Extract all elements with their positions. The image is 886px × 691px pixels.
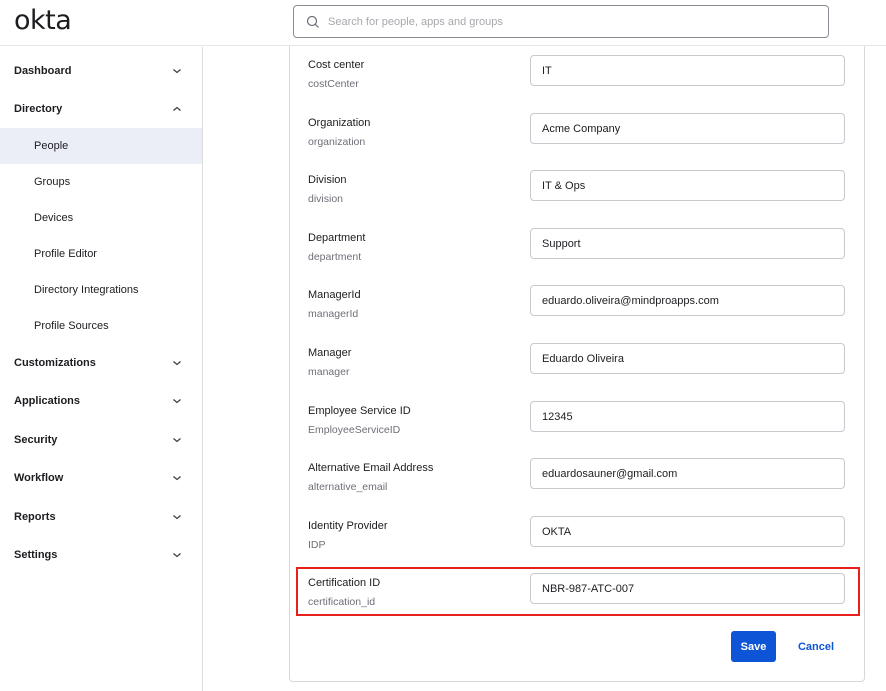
- sidebar-subitem-devices[interactable]: Devices: [0, 200, 202, 236]
- sidebar-subitem-profile-sources[interactable]: Profile Sources: [0, 308, 202, 344]
- chevron-down-icon: [173, 69, 181, 74]
- field-label: Alternative Email Address: [308, 462, 434, 474]
- identity-provider-input[interactable]: [530, 516, 845, 547]
- field-attribute: manager: [308, 366, 350, 378]
- chevron-down-icon: [173, 476, 181, 481]
- sidebar-item-label: Customizations: [14, 357, 96, 369]
- field-attribute: IDP: [308, 539, 326, 551]
- sidebar-subitem-label: Devices: [34, 212, 74, 224]
- cancel-button[interactable]: Cancel: [790, 631, 842, 662]
- chevron-down-icon: [173, 553, 181, 558]
- sidebar-item-label: Directory: [14, 103, 63, 115]
- field-manager: Manager manager: [290, 343, 864, 397]
- field-division: Division division: [290, 170, 864, 224]
- certification-id-input[interactable]: [530, 573, 845, 604]
- sidebar-subitem-groups[interactable]: Groups: [0, 164, 202, 200]
- sidebar-item-customizations[interactable]: Customizations: [0, 345, 202, 381]
- chevron-down-icon: [173, 515, 181, 520]
- field-attribute: department: [308, 251, 362, 263]
- field-label: Organization: [308, 117, 371, 129]
- sidebar-subitem-label: People: [34, 140, 69, 152]
- field-label: Division: [308, 174, 347, 186]
- field-label: Department: [308, 232, 366, 244]
- global-search[interactable]: [293, 5, 829, 38]
- field-attribute: division: [308, 193, 344, 205]
- field-attribute: EmployeeServiceID: [308, 424, 401, 436]
- chevron-down-icon: [173, 361, 181, 366]
- employee-service-id-input[interactable]: [530, 401, 845, 432]
- cost-center-input[interactable]: [530, 55, 845, 86]
- field-employee-service-id: Employee Service ID EmployeeServiceID: [290, 401, 864, 455]
- sidebar-item-label: Workflow: [14, 472, 64, 484]
- top-header: okta: [0, 0, 886, 46]
- field-label: ManagerId: [308, 289, 361, 301]
- sidebar-item-label: Applications: [14, 395, 81, 407]
- field-attribute: costCenter: [308, 78, 359, 90]
- field-identity-provider: Identity Provider IDP: [290, 516, 864, 570]
- okta-logo[interactable]: okta: [14, 5, 72, 36]
- save-button[interactable]: Save: [731, 631, 776, 662]
- search-input[interactable]: [328, 6, 828, 37]
- field-certification-id: Certification ID certification_id: [290, 573, 864, 627]
- sidebar-item-applications[interactable]: Applications: [0, 383, 202, 419]
- field-attribute: managerId: [308, 308, 359, 320]
- sidebar-subitem-label: Profile Editor: [34, 248, 97, 260]
- field-label: Certification ID: [308, 577, 381, 589]
- sidebar-subitem-label: Profile Sources: [34, 320, 109, 332]
- field-label: Manager: [308, 347, 352, 359]
- sidebar-item-label: Security: [14, 434, 58, 446]
- field-organization: Organization organization: [290, 113, 864, 167]
- organization-input[interactable]: [530, 113, 845, 144]
- chevron-down-icon: [173, 399, 181, 404]
- field-label: Employee Service ID: [308, 405, 411, 417]
- field-cost-center: Cost center costCenter: [290, 55, 864, 109]
- division-input[interactable]: [530, 170, 845, 201]
- sidebar-item-reports[interactable]: Reports: [0, 499, 202, 535]
- field-department: Department department: [290, 228, 864, 282]
- sidebar-item-directory[interactable]: Directory: [0, 91, 202, 127]
- sidebar-nav: Dashboard Directory People Groups Device…: [0, 47, 203, 691]
- field-attribute: organization: [308, 136, 366, 148]
- manager-id-input[interactable]: [530, 285, 845, 316]
- manager-input[interactable]: [530, 343, 845, 374]
- field-label: Identity Provider: [308, 520, 388, 532]
- sidebar-item-settings[interactable]: Settings: [0, 537, 202, 573]
- sidebar-item-dashboard[interactable]: Dashboard: [0, 53, 202, 89]
- department-input[interactable]: [530, 228, 845, 259]
- sidebar-subitem-people[interactable]: People: [0, 128, 202, 164]
- chevron-up-icon: [173, 106, 181, 111]
- search-icon: [306, 15, 320, 29]
- field-label: Cost center: [308, 59, 365, 71]
- sidebar-item-label: Reports: [14, 511, 56, 523]
- field-manager-id: ManagerId managerId: [290, 285, 864, 339]
- field-alternative-email: Alternative Email Address alternative_em…: [290, 458, 864, 512]
- chevron-down-icon: [173, 438, 181, 443]
- alternative-email-input[interactable]: [530, 458, 845, 489]
- sidebar-item-security[interactable]: Security: [0, 422, 202, 458]
- sidebar-subitem-profile-editor[interactable]: Profile Editor: [0, 236, 202, 272]
- field-attribute: alternative_email: [308, 481, 388, 493]
- sidebar-item-label: Dashboard: [14, 65, 72, 77]
- sidebar-subitem-label: Directory Integrations: [34, 284, 139, 296]
- sidebar-item-workflow[interactable]: Workflow: [0, 460, 202, 496]
- field-attribute: certification_id: [308, 596, 376, 608]
- sidebar-subitem-label: Groups: [34, 176, 71, 188]
- profile-edit-form: Cost center costCenter Organization orga…: [289, 46, 865, 682]
- sidebar-subitem-directory-integrations[interactable]: Directory Integrations: [0, 272, 202, 308]
- sidebar-item-label: Settings: [14, 549, 58, 561]
